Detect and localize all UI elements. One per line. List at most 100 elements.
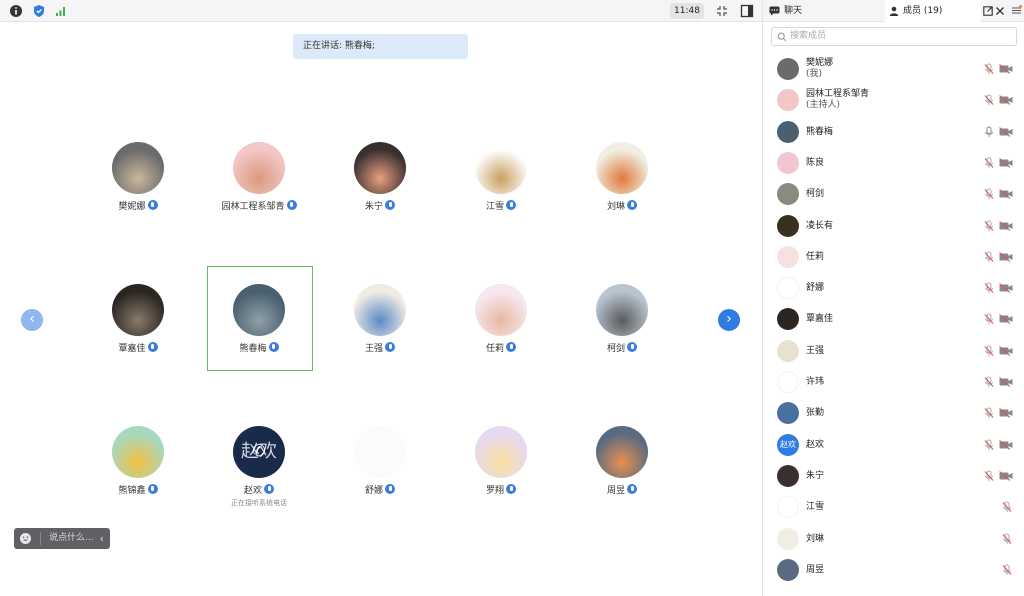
mic-muted-icon[interactable] bbox=[1001, 533, 1013, 545]
camera-off-icon[interactable] bbox=[999, 251, 1013, 262]
participant-tile[interactable]: 刘琳 bbox=[570, 142, 674, 213]
participant-avatar: 赵欢 ✆ bbox=[233, 426, 285, 478]
member-name-text: 樊妮娜 bbox=[806, 58, 834, 68]
mic-muted-icon[interactable] bbox=[1001, 564, 1013, 576]
fullscreen-icon[interactable] bbox=[715, 4, 729, 18]
mic-muted-icon[interactable] bbox=[983, 470, 995, 482]
participant-name-text: 周昱 bbox=[606, 486, 625, 496]
participant-tile[interactable]: 江雪 bbox=[449, 142, 553, 213]
mic-muted-icon[interactable] bbox=[983, 407, 995, 419]
member-row[interactable]: 凌长有 bbox=[763, 212, 1024, 240]
participant-name-text: 任莉 bbox=[485, 344, 504, 354]
menu-icon[interactable] bbox=[1011, 5, 1022, 16]
participant-tile[interactable]: 周昱 bbox=[570, 426, 674, 497]
mic-muted-icon[interactable] bbox=[983, 94, 995, 106]
camera-off-icon[interactable] bbox=[999, 377, 1013, 387]
mic-muted-icon[interactable] bbox=[983, 188, 995, 200]
close-icon[interactable] bbox=[995, 6, 1005, 16]
member-name-text: 许玮 bbox=[806, 377, 825, 387]
camera-off-icon[interactable] bbox=[999, 439, 1013, 450]
participant-tile[interactable]: 樊妮娜 bbox=[86, 142, 190, 213]
member-search-input[interactable]: 搜索成员 bbox=[771, 27, 1017, 46]
member-row[interactable]: 朱宁 bbox=[763, 462, 1024, 490]
camera-off-icon[interactable] bbox=[999, 345, 1013, 356]
member-name: 周昱 bbox=[806, 565, 824, 576]
mic-status-icon bbox=[286, 200, 297, 210]
popout-icon[interactable] bbox=[983, 6, 993, 16]
member-row[interactable]: 江雪 bbox=[763, 493, 1024, 521]
mic-muted-icon[interactable] bbox=[983, 345, 995, 357]
camera-off-icon[interactable] bbox=[999, 283, 1013, 294]
mic-status-icon bbox=[147, 200, 158, 210]
member-row[interactable]: 舒娜 bbox=[763, 274, 1024, 302]
participant-name: 覃嘉佳 bbox=[86, 342, 190, 355]
camera-off-icon[interactable] bbox=[999, 220, 1013, 231]
mic-muted-icon[interactable] bbox=[983, 313, 995, 325]
camera-off-icon[interactable] bbox=[999, 408, 1013, 419]
participant-tile[interactable]: 柯剑 bbox=[570, 284, 674, 355]
mic-muted-icon[interactable] bbox=[983, 251, 995, 263]
member-row[interactable]: 柯剑 bbox=[763, 180, 1024, 208]
camera-off-icon[interactable] bbox=[999, 126, 1013, 137]
chat-input-bar[interactable]: 说点什么... ‹ bbox=[14, 528, 110, 549]
mic-muted-icon[interactable] bbox=[1001, 501, 1013, 513]
emoji-icon[interactable] bbox=[19, 532, 32, 545]
mic-muted-icon[interactable] bbox=[983, 157, 995, 169]
participant-tile[interactable]: 王强 bbox=[328, 284, 432, 355]
camera-off-icon[interactable] bbox=[999, 95, 1013, 106]
layout-toggle-icon[interactable] bbox=[740, 4, 754, 18]
member-role: (主持人) bbox=[806, 100, 841, 111]
member-name-text: 王强 bbox=[806, 345, 825, 356]
mic-muted-icon[interactable] bbox=[983, 220, 995, 232]
camera-off-icon[interactable] bbox=[999, 157, 1013, 168]
participant-tile[interactable]: 园林工程系邹青 bbox=[207, 142, 311, 213]
member-avatar bbox=[777, 277, 799, 300]
member-row[interactable]: 张勤 bbox=[763, 399, 1024, 427]
participant-tile[interactable]: 覃嘉佳 bbox=[86, 284, 190, 355]
mic-status-icon bbox=[627, 484, 637, 494]
member-row[interactable]: 园林工程系邹青 (主持人) bbox=[763, 86, 1024, 114]
mic-muted-icon[interactable] bbox=[983, 376, 995, 388]
member-avatar bbox=[777, 151, 799, 174]
member-avatar bbox=[777, 464, 799, 487]
signal-icon[interactable] bbox=[54, 4, 68, 18]
mic-muted-icon[interactable] bbox=[983, 282, 995, 294]
member-row[interactable]: 熊春梅 bbox=[763, 118, 1024, 146]
camera-off-icon[interactable] bbox=[999, 470, 1013, 481]
member-row[interactable]: 陈良 bbox=[763, 149, 1024, 177]
participant-tile[interactable]: 赵欢 ✆ 赵欢 正在接听系统电话 bbox=[207, 426, 311, 508]
member-row[interactable]: 赵欢 赵欢 bbox=[763, 431, 1024, 459]
member-row[interactable]: 覃嘉佳 bbox=[763, 305, 1024, 333]
participant-tile[interactable]: 熊锦鑫 bbox=[86, 426, 190, 497]
participant-name: 樊妮娜 bbox=[86, 200, 190, 213]
participant-tile[interactable]: 任莉 bbox=[449, 284, 553, 355]
chat-input-placeholder[interactable]: 说点什么... bbox=[40, 532, 94, 545]
shield-icon[interactable] bbox=[32, 4, 46, 18]
participant-tile[interactable]: 朱宁 bbox=[328, 142, 432, 213]
info-icon[interactable] bbox=[9, 4, 23, 18]
mic-on-icon[interactable] bbox=[983, 126, 995, 138]
mic-muted-icon[interactable] bbox=[983, 439, 995, 451]
side-panel: 聊天 成员 (19) 搜索成员 樊妮娜 (我) 园林工程系邹青 (主持人) 熊春… bbox=[762, 0, 1024, 596]
prev-page-button[interactable]: ‹ bbox=[21, 309, 43, 331]
member-avatar bbox=[777, 527, 799, 550]
tab-chat[interactable]: 聊天 bbox=[767, 0, 885, 22]
mic-status-icon bbox=[506, 484, 516, 494]
member-row[interactable]: 周昱 bbox=[763, 556, 1024, 584]
participant-tile[interactable]: 舒娜 bbox=[328, 426, 432, 497]
mic-status-icon bbox=[506, 200, 516, 210]
mic-muted-icon[interactable] bbox=[983, 63, 995, 75]
member-row[interactable]: 王强 bbox=[763, 337, 1024, 365]
participant-tile[interactable]: 罗翔 bbox=[449, 426, 553, 497]
member-row[interactable]: 樊妮娜 (我) bbox=[763, 55, 1024, 83]
camera-off-icon[interactable] bbox=[999, 314, 1013, 325]
collapse-chat-icon[interactable]: ‹ bbox=[100, 528, 104, 549]
camera-off-icon[interactable] bbox=[999, 189, 1013, 200]
member-row[interactable]: 任莉 bbox=[763, 243, 1024, 271]
member-row[interactable]: 许玮 bbox=[763, 368, 1024, 396]
next-page-button[interactable]: › bbox=[718, 309, 740, 331]
camera-off-icon[interactable] bbox=[999, 64, 1013, 74]
member-row[interactable]: 刘琳 bbox=[763, 525, 1024, 553]
tab-members[interactable]: 成员 (19) bbox=[885, 0, 981, 22]
member-avatar bbox=[777, 558, 799, 581]
